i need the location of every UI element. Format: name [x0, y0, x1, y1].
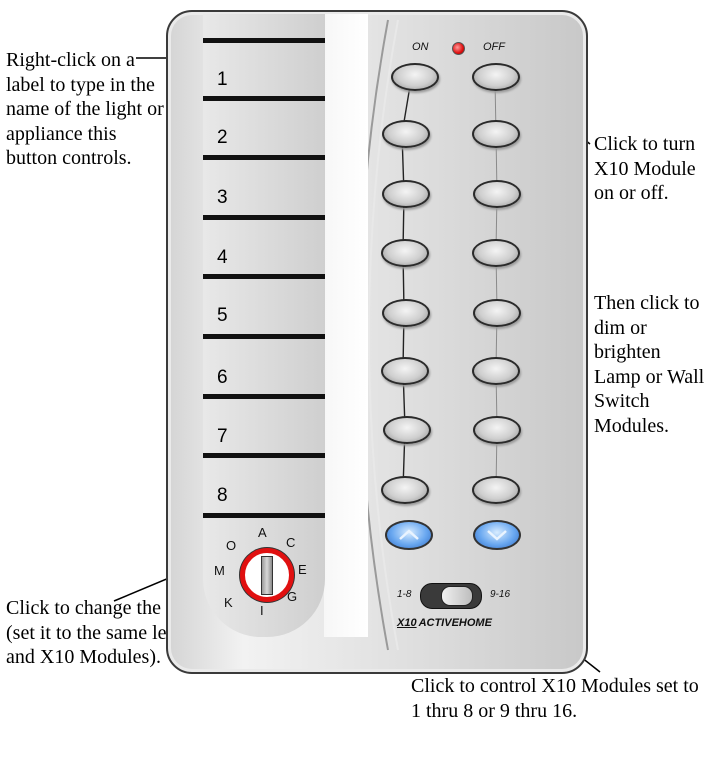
dim-help-annotation: Then click to dim or brighten Lamp or Wa…: [594, 292, 705, 437]
on-button-1[interactable]: [391, 63, 439, 91]
dial-letter-e: E: [298, 562, 307, 577]
strip-divider: [203, 334, 325, 339]
on-off-help-annotation: Click to turn X10 Module on or off.: [594, 133, 696, 204]
off-button-1[interactable]: [472, 63, 520, 91]
off-button-7[interactable]: [473, 416, 521, 444]
off-button-2[interactable]: [472, 120, 520, 148]
on-column-label: ON: [412, 41, 429, 53]
module-label-7[interactable]: 7: [217, 426, 228, 448]
dial-letter-a: A: [258, 525, 267, 540]
activehome-logo: X10 ACTIVEHOME: [397, 617, 492, 629]
dial-letter-i: I: [260, 603, 264, 618]
strip-divider: [203, 274, 325, 279]
strip-divider: [203, 155, 325, 160]
on-button-4[interactable]: [381, 239, 429, 267]
range-switch-slider: [441, 586, 473, 606]
dim-button[interactable]: [473, 520, 521, 550]
module-label-3[interactable]: 3: [217, 187, 228, 209]
on-button-8[interactable]: [381, 476, 429, 504]
activehome-wordmark: ACTIVEHOME: [418, 617, 492, 629]
range-label-1-8: 1-8: [397, 589, 412, 600]
brighten-up-icon: [399, 529, 419, 540]
off-button-8[interactable]: [472, 476, 520, 504]
power-led-icon: [452, 42, 465, 55]
module-label-5[interactable]: 5: [217, 305, 228, 327]
module-label-8[interactable]: 8: [217, 485, 228, 507]
off-button-5[interactable]: [473, 299, 521, 327]
off-button-4[interactable]: [472, 239, 520, 267]
dial-letter-c: C: [286, 535, 296, 550]
on-button-6[interactable]: [381, 357, 429, 385]
range-label-9-16: 9-16: [490, 589, 511, 600]
module-label-1[interactable]: 1: [217, 69, 228, 91]
strip-divider: [203, 453, 325, 458]
label-strip-highlight: [324, 14, 368, 637]
strip-divider: [203, 394, 325, 399]
on-button-3[interactable]: [382, 180, 430, 208]
brighten-button[interactable]: [385, 520, 433, 550]
strip-divider: [203, 38, 325, 43]
housecode-dial[interactable]: [240, 548, 294, 602]
on-button-5[interactable]: [382, 299, 430, 327]
range-help-annotation: Click to control X10 Modules set to 1 th…: [411, 675, 699, 722]
module-label-6[interactable]: 6: [217, 367, 228, 389]
on-button-2[interactable]: [382, 120, 430, 148]
dim-down-icon: [487, 530, 507, 541]
dial-letter-o: O: [226, 538, 237, 553]
off-column-label: OFF: [483, 41, 505, 53]
dial-letter-m: M: [214, 563, 225, 578]
labels-help-annotation: Right-click on a label to type in the na…: [6, 49, 164, 169]
dial-letter-k: K: [224, 595, 233, 610]
module-label-2[interactable]: 2: [217, 127, 228, 149]
x10-logo-mark: X10: [397, 617, 417, 629]
module-label-4[interactable]: 4: [217, 247, 228, 269]
off-button-3[interactable]: [473, 180, 521, 208]
off-button-6[interactable]: [472, 357, 520, 385]
strip-divider: [203, 513, 325, 518]
strip-divider: [203, 96, 325, 101]
strip-divider: [203, 215, 325, 220]
on-button-7[interactable]: [383, 416, 431, 444]
housecode-dial-pointer: [261, 556, 273, 595]
unit-range-switch[interactable]: [420, 583, 482, 609]
